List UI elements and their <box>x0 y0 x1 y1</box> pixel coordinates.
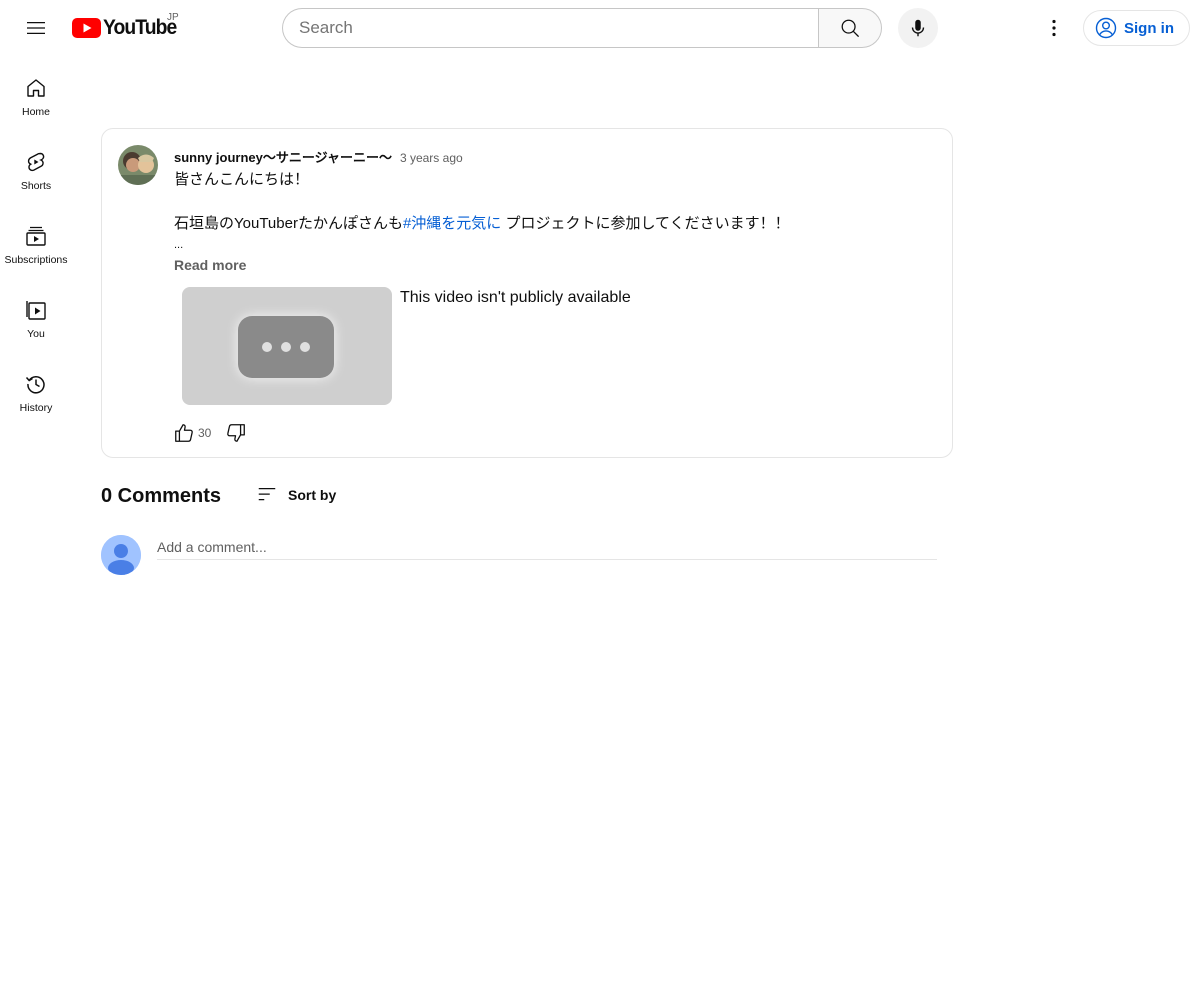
country-code: JP <box>167 12 179 23</box>
truncation-ellipsis: ... <box>174 239 184 251</box>
search-button[interactable] <box>818 8 882 48</box>
search-icon <box>841 19 859 37</box>
video-thumbnail[interactable] <box>182 287 392 405</box>
like-button[interactable] <box>170 419 198 447</box>
post-text-segment: プロジェクトに参加してくださいます！！ <box>501 215 790 232</box>
sidebar-item-history[interactable]: History <box>0 352 72 426</box>
sidebar-item-label: History <box>19 402 53 414</box>
dot <box>262 342 272 352</box>
guide-menu-button[interactable] <box>16 8 56 48</box>
settings-more-button[interactable] <box>1034 8 1074 48</box>
dot <box>281 342 291 352</box>
community-post: sunny journey〜サニージャーニー〜 3 years ago 皆さんこ… <box>101 128 953 458</box>
author-avatar-icon <box>118 145 158 185</box>
hamburger-menu-icon <box>27 22 45 34</box>
post-content: 皆さんこんにちは！ 石垣島のYouTuberたかんぽさんも#沖縄を元気に プロジ… <box>174 169 934 235</box>
subscriptions-icon <box>26 226 46 246</box>
sort-by-button[interactable]: Sort by <box>256 482 336 508</box>
sort-icon <box>258 487 276 501</box>
you-icon <box>26 301 46 320</box>
sign-in-label: Sign in <box>1124 19 1174 37</box>
youtube-play-icon <box>72 18 101 38</box>
sort-by-label: Sort by <box>288 487 337 503</box>
search-box <box>282 8 819 48</box>
author-avatar[interactable] <box>118 145 158 185</box>
sidebar-item-label: Shorts <box>20 180 52 192</box>
unavailable-video-icon <box>238 316 334 378</box>
post-text-segment: 石垣島のYouTuberたかんぽさんも <box>174 215 403 232</box>
thumbs-down-icon <box>227 424 245 442</box>
hashtag-link[interactable]: #沖縄を元気に <box>403 215 501 232</box>
like-count: 30 <box>198 426 212 440</box>
default-avatar-icon <box>101 535 141 575</box>
sidebar-item-home[interactable]: Home <box>0 56 72 130</box>
read-more-button[interactable]: Read more <box>174 257 246 273</box>
mini-guide: Home Shorts Subscriptions You History <box>0 56 72 426</box>
author-name[interactable]: sunny journey〜サニージャーニー〜 <box>174 147 392 166</box>
post-text-line: 皆さんこんにちは！ <box>174 171 310 188</box>
thumbs-up-icon <box>175 424 193 442</box>
sidebar-item-subscriptions[interactable]: Subscriptions <box>0 204 72 278</box>
voice-search-button[interactable] <box>898 8 938 48</box>
sidebar-item-label: Home <box>21 106 50 118</box>
sign-in-button[interactable]: Sign in <box>1083 10 1190 46</box>
dot <box>300 342 310 352</box>
post-time[interactable]: 3 years ago <box>400 151 463 165</box>
history-icon <box>25 376 45 394</box>
add-comment-input[interactable] <box>157 535 937 560</box>
microphone-icon <box>911 19 925 37</box>
home-icon <box>27 79 45 97</box>
post-header: sunny journey〜サニージャーニー〜 3 years ago <box>174 147 463 166</box>
sidebar-item-label: Subscriptions <box>4 254 68 266</box>
sidebar-item-you[interactable]: You <box>0 278 72 352</box>
logo-wordmark: YouTube <box>103 16 177 39</box>
user-avatar <box>101 535 141 575</box>
sidebar-item-shorts[interactable]: Shorts <box>0 130 72 204</box>
masthead: YouTube JP Sign in <box>0 0 1200 56</box>
video-status-text[interactable]: This video isn't publicly available <box>400 289 631 307</box>
more-vert-icon <box>1052 19 1056 37</box>
comments-count-title: 0 Comments <box>101 485 222 507</box>
youtube-logo[interactable]: YouTube JP <box>72 12 183 40</box>
shorts-icon <box>27 152 45 172</box>
post-text-line: 石垣島のYouTuberたかんぽさんも#沖縄を元気に プロジェクトに参加してくだ… <box>174 213 934 235</box>
sidebar-item-label: You <box>27 328 45 340</box>
account-circle-icon <box>1095 17 1117 39</box>
dislike-button[interactable] <box>222 419 250 447</box>
search-input[interactable] <box>299 18 819 38</box>
